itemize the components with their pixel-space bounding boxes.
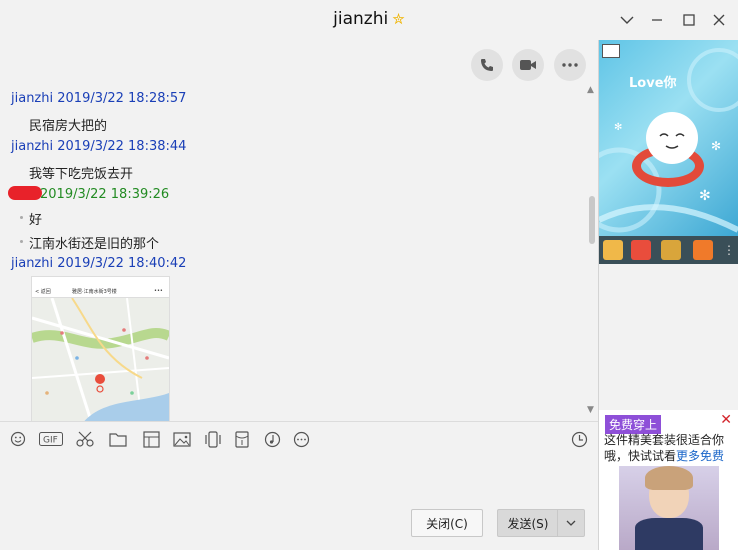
thumbs-up-icon[interactable] [603,240,623,260]
map-title: 雅居·江南水街3号楼 [72,289,117,295]
phone-icon [481,59,493,71]
template-icon[interactable] [141,429,161,449]
title-bar: jianzhi ✮ [0,0,738,40]
ad-avatar-image[interactable] [619,466,719,550]
send-button[interactable]: 发送(S) [497,509,558,537]
message-text: 好 [29,213,43,228]
message-header: jianzhi 2019/3/22 18:28:57 [11,91,187,106]
divider [0,421,598,422]
bullet [20,240,23,243]
more-vertical-icon[interactable]: ⋮ [723,240,735,260]
red-packet-icon[interactable] [232,429,252,449]
voice-call-button[interactable] [471,49,503,81]
ad-close-icon[interactable]: ✕ [720,412,732,428]
emoji-icon[interactable] [8,429,28,449]
star-icon[interactable]: ✮ [392,10,405,28]
ad-panel[interactable]: 免费穿上 ✕ 这件精美套装很适合你哦，快试试看更多免费 [599,410,738,550]
scroll-up-icon[interactable]: ▲ [587,85,594,95]
more-tools-icon[interactable] [291,429,311,449]
panel-caption: Love你 [629,76,677,91]
map-nav-bar: < 返回 雅居·江南水街3号楼 ••• [32,286,169,298]
phone-status-bar [32,277,169,286]
chevron-down-icon [566,520,576,526]
svg-text:✻: ✻ [711,139,721,153]
contact-name[interactable]: jianzhi [333,9,388,29]
redacted-name [8,186,42,200]
map-screenshot-image[interactable]: < 返回 雅居·江南水街3号楼 ••• [31,276,170,422]
svg-text:GIF: GIF [43,436,58,446]
svg-text:✻: ✻ [614,122,622,133]
message-header: jianzhi 2019/3/22 18:38:44 [11,139,187,154]
close-button[interactable]: 关闭(C) [411,509,483,537]
image-icon[interactable] [172,429,192,449]
scroll-down-icon[interactable]: ▼ [587,405,594,415]
gift-icon[interactable] [631,240,651,260]
chat-history[interactable]: jianzhi 2019/3/22 18:28:57 民宿房大把的 jianzh… [0,82,598,422]
maximize-icon[interactable] [677,8,701,32]
send-options-button[interactable] [557,509,585,537]
folder-icon[interactable] [108,429,128,449]
owl-icon[interactable] [661,240,681,260]
input-toolbar: GIF [0,426,598,452]
message-text: 江南水街还是旧的那个 [29,237,160,252]
message-header: jianzhi 2019/3/22 18:40:42 [11,256,187,271]
shake-window-icon[interactable] [203,429,223,449]
contact-show-panel[interactable]: ✻ ✻ ✻ Love你 ⋮ [599,40,738,264]
message-input[interactable] [0,455,598,505]
video-camera-icon [520,60,536,70]
pk-icon[interactable] [693,240,713,260]
message-header: 2019/3/22 18:39:26 [40,187,170,202]
music-icon[interactable] [262,429,282,449]
more-button[interactable] [554,49,586,81]
camera-icon[interactable] [602,44,620,58]
more-icon [562,63,578,67]
ad-more-link[interactable]: 更多免费 [676,449,724,463]
message-text: 我等下吃完饭去开 [29,167,134,182]
close-button-label: 关闭(C) [426,516,468,531]
map-back-label: < 返回 [35,289,51,295]
video-call-button[interactable] [512,49,544,81]
close-icon[interactable] [707,8,731,32]
history-clock-icon[interactable] [569,429,589,449]
svg-text:✻: ✻ [699,188,711,204]
minimize-icon[interactable] [645,8,669,32]
message-text: 民宿房大把的 [29,119,108,134]
scrollbar-thumb[interactable] [589,196,595,244]
map-more-label: ••• [154,288,163,294]
bullet [20,216,23,219]
chat-window: jianzhi ✮ jianzhi 2019/3/22 18:28:57 民宿房大… [0,0,738,550]
character-graphic [646,112,698,164]
action-bar: ⋮ [599,236,738,264]
ad-text: 这件精美套装很适合你哦，快试试看更多免费 [604,433,725,463]
dropdown-icon[interactable] [615,8,639,32]
gif-icon[interactable]: GIF [38,429,64,449]
scissors-icon[interactable] [75,429,95,449]
map-graphic [32,298,169,422]
send-button-label: 发送(S) [507,516,549,531]
